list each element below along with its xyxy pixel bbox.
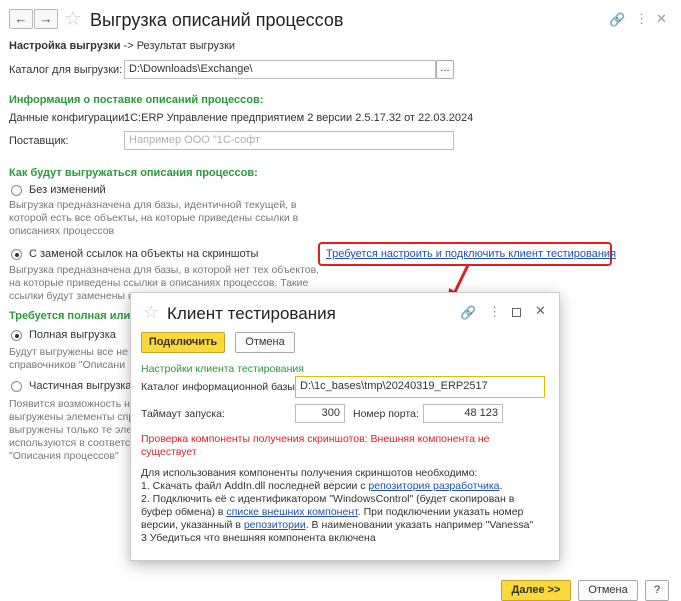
instruction-line5-end: . В наименовании указать например "Vanes… — [305, 519, 534, 531]
dialog-link-icon[interactable]: 🔗 — [460, 305, 476, 321]
full-heading: Требуется полная или — [9, 310, 131, 322]
instruction-line4-end: . При подключении указать номер — [357, 506, 524, 518]
forward-button[interactable]: → — [34, 9, 58, 29]
dialog-maximize-icon[interactable] — [512, 308, 521, 317]
partial-description-line4: используются в соответс — [9, 437, 131, 449]
config-value: 1С:ERP Управление предприятием 2 версии … — [124, 112, 474, 124]
instruction-line1: Для использования компоненты получения с… — [141, 467, 478, 479]
instruction-line2-end: . — [499, 480, 503, 492]
dialog-close-icon[interactable]: ✕ — [535, 303, 546, 319]
catalog-label: Каталог для выгрузки: — [9, 64, 123, 76]
supplier-input[interactable]: Например ООО "1С-софт — [124, 131, 454, 150]
radio-replace-screenshots[interactable] — [11, 249, 22, 260]
breadcrumb-next: Результат выгрузки — [136, 40, 236, 52]
radio-replace-screenshots-label[interactable]: С заменой ссылок на объекты на скриншоты — [29, 248, 258, 260]
breadcrumb: Настройка выгрузки -> Результат выгрузки — [9, 40, 235, 52]
radio-no-changes-label[interactable]: Без изменений — [29, 184, 106, 196]
close-icon[interactable]: ✕ — [656, 11, 667, 27]
instruction-line4: буфер обмена) в списке внешних компонент… — [141, 506, 523, 518]
config-label: Данные конфигурации: — [9, 112, 128, 124]
page-title: Выгрузка описаний процессов — [90, 10, 344, 30]
full-description-line2: справочников "Описани — [9, 359, 126, 371]
settings-heading: Настройки клиента тестирования — [141, 363, 304, 375]
radio-partial-export-label[interactable]: Частичная выгрузка — [29, 380, 132, 392]
instruction-line2: 1. Скачать файл AddIn.dll последней верс… — [141, 480, 502, 492]
connect-button[interactable]: Подключить — [141, 332, 225, 353]
link-icon[interactable]: 🔗 — [609, 12, 625, 28]
partial-description-line3: выгружены только те эле — [9, 424, 133, 436]
instruction-line5: версии, указанный в репозитории. В наиме… — [141, 519, 533, 531]
replace-description-line2: на которые приведены ссылки в описаниях … — [9, 277, 309, 289]
catalog-input[interactable]: D:\Downloads\Exchange\ — [124, 60, 436, 79]
radio-partial-export[interactable] — [11, 381, 22, 392]
test-client-dialog: ☆ Клиент тестирования 🔗 ⋮ ✕ Подключить О… — [130, 292, 560, 561]
radio-full-export[interactable] — [11, 330, 22, 341]
developer-repo-link[interactable]: репозитория разработчика — [368, 480, 499, 492]
instruction-line4-text: буфер обмена) в — [141, 506, 227, 518]
instruction-line3: 2. Подключить её с идентификатором "Wind… — [141, 493, 515, 505]
timeout-input[interactable]: 300 — [295, 404, 345, 423]
partial-description-line1: Появится возможность н — [9, 398, 130, 410]
external-components-link[interactable]: списке внешних компонент — [226, 506, 357, 518]
full-description-line1: Будут выгружены все не — [9, 346, 128, 358]
breadcrumb-separator: -> — [123, 40, 134, 52]
dialog-favorite-star-icon[interactable]: ☆ — [143, 302, 159, 323]
radio-no-changes[interactable] — [11, 185, 22, 196]
radio-full-export-label[interactable]: Полная выгрузка — [29, 329, 116, 341]
partial-description-line2: выгружены элементы спр — [9, 411, 135, 423]
info-heading: Информация о поставке описаний процессов… — [9, 94, 264, 106]
instruction-line5-text: версии, указанный в — [141, 519, 244, 531]
repository-link[interactable]: репозитории — [244, 519, 306, 531]
error-line2: существует — [141, 446, 197, 458]
instruction-line2-text: 1. Скачать файл AddIn.dll последней верс… — [141, 480, 369, 492]
ib-catalog-input[interactable]: D:\1c_bases\tmp\20240319_ERP2517 — [295, 376, 545, 398]
catalog-browse-button[interactable]: ... — [436, 60, 454, 79]
ib-catalog-label: Каталог информационной базы: — [141, 381, 298, 393]
dialog-more-menu-icon[interactable]: ⋮ — [488, 304, 501, 320]
arrow-left-icon: ← — [14, 11, 28, 26]
breadcrumb-current: Настройка выгрузки — [9, 40, 121, 52]
supplier-label: Поставщик: — [9, 135, 69, 147]
mode-heading: Как будут выгружаться описания процессов… — [9, 167, 258, 179]
instruction-line6: 3 Убедиться что внешняя компонента включ… — [141, 532, 376, 544]
test-client-link[interactable]: Требуется настроить и подключить клиент … — [326, 248, 616, 260]
dialog-cancel-button[interactable]: Отмена — [235, 332, 295, 353]
no-changes-description: Выгрузка предназначена для базы, идентич… — [9, 199, 299, 237]
replace-description-line1: Выгрузка предназначена для базы, в котор… — [9, 264, 320, 276]
dialog-title: Клиент тестирования — [167, 304, 336, 323]
more-menu-icon[interactable]: ⋮ — [635, 11, 648, 27]
arrow-right-icon: → — [39, 11, 53, 26]
timeout-label: Таймаут запуска: — [141, 408, 225, 420]
back-button[interactable]: ← — [9, 9, 33, 29]
partial-description-line5: "Описания процессов" — [9, 450, 119, 462]
error-line1: Проверка компоненты получения скриншотов… — [141, 433, 490, 445]
port-label: Номер порта: — [353, 408, 419, 420]
favorite-star-icon[interactable]: ☆ — [64, 6, 82, 31]
port-input[interactable]: 48 123 — [423, 404, 503, 423]
